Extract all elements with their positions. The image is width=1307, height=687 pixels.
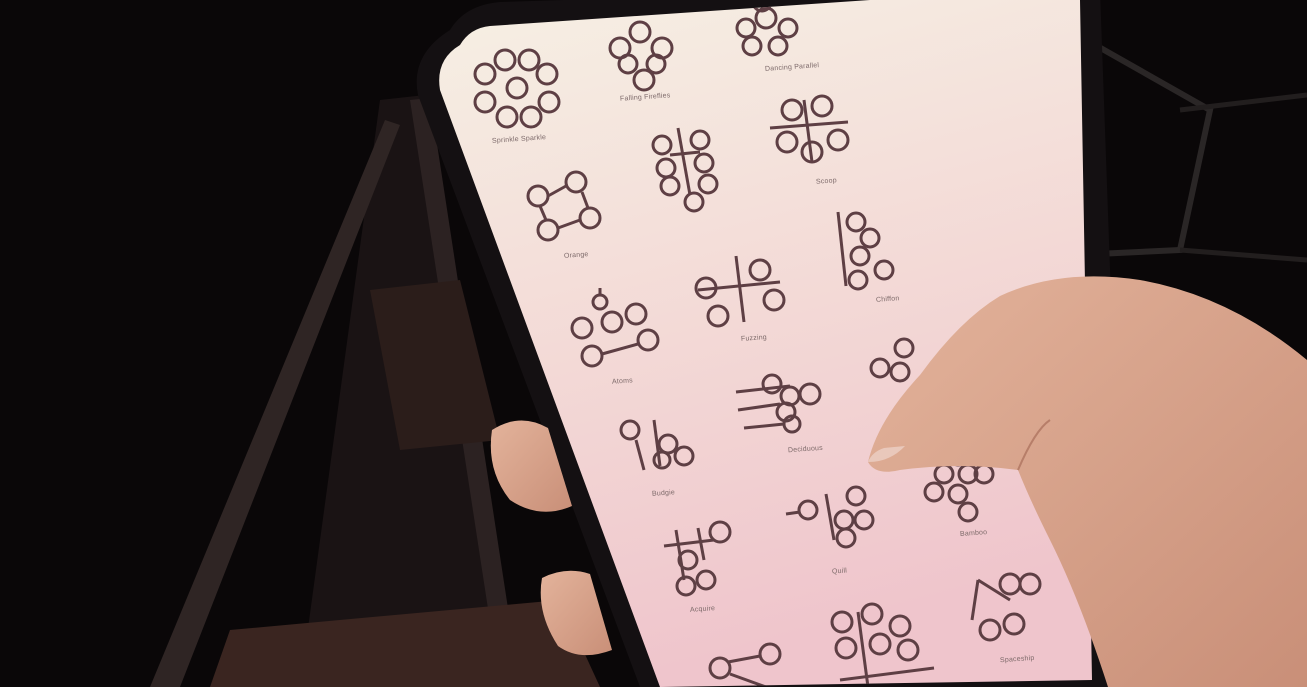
photo-scene: [0, 0, 1307, 687]
glyph-label: Quill: [831, 567, 848, 576]
glyph-label: Atoms: [611, 377, 634, 386]
glyph-label: Scoop: [815, 177, 838, 186]
